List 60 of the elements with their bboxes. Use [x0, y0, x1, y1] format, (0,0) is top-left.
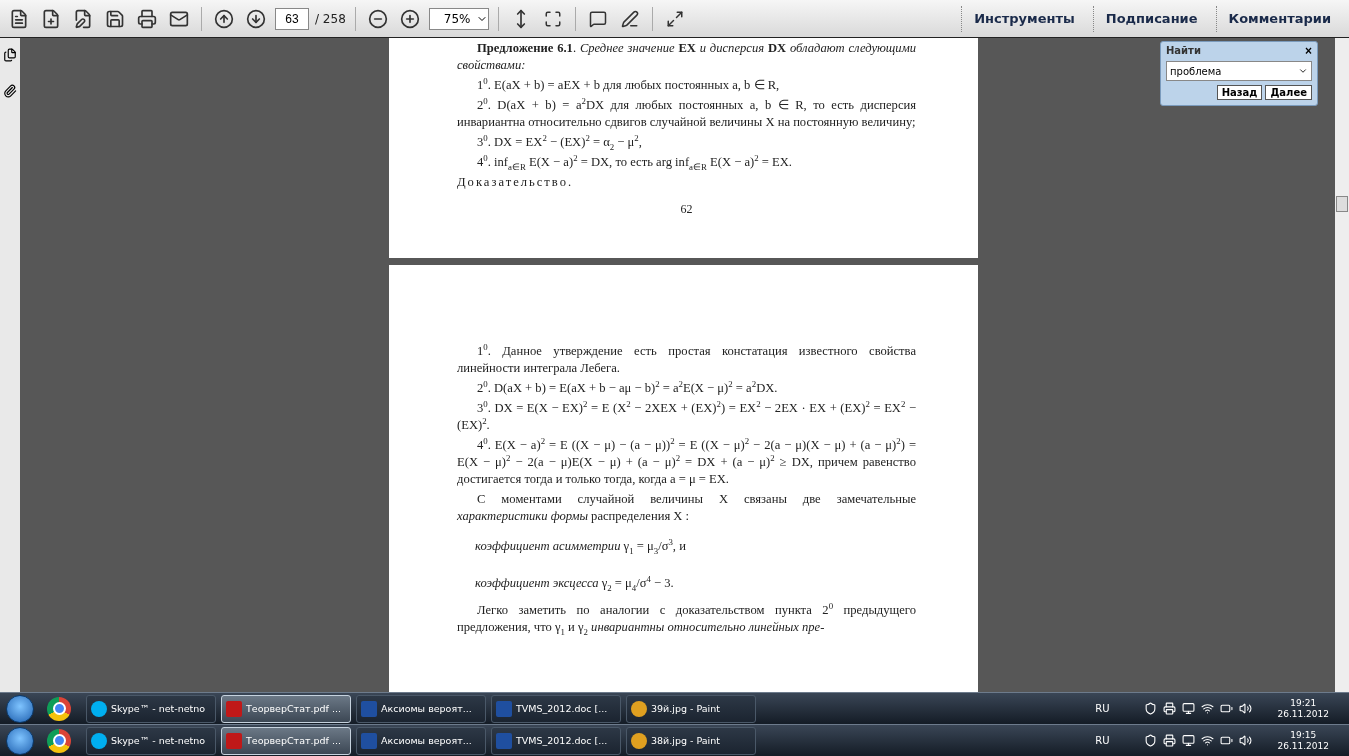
- search-field[interactable]: проблема: [1166, 61, 1312, 81]
- panel-tab[interactable]: Комментарии: [1215, 5, 1343, 32]
- network-icon[interactable]: [1201, 702, 1215, 715]
- scrollbar[interactable]: [1335, 38, 1349, 692]
- formula-line: коэффициент эксцесса γ$_{2}$ = μ$_{4}$/σ$^{4}$ − 3.: [474, 575, 675, 592]
- taskbar-button[interactable]: ТеорверСтат.pdf ...: [221, 694, 351, 723]
- pages-icon[interactable]: [3, 48, 17, 62]
- close-button[interactable]: ×: [1305, 45, 1312, 57]
- volume-icon[interactable]: [1239, 702, 1253, 715]
- paragraph: 3$^{0}$. DX = EX$^{2}$ − (EX)$^{2}$ = α$_{2}$ − μ$^{2}$,: [476, 134, 643, 151]
- taskbar-button[interactable]: 39й.jpg - Paint: [626, 694, 756, 723]
- volume-icon[interactable]: [1239, 734, 1253, 747]
- shield-icon[interactable]: [1144, 734, 1158, 747]
- find-button[interactable]: Назад: [1216, 85, 1263, 100]
- proof-heading: Доказательство.: [457, 174, 575, 191]
- clock[interactable]: 19:15 26.11.2012: [1277, 729, 1329, 752]
- network-icon[interactable]: [1201, 734, 1215, 747]
- taskbar-button[interactable]: Аксиомы вероят...: [356, 726, 486, 755]
- paragraph: Предложение 6.1. Среднее значение EX и дисперсия DX обладают следующими свойствами:: [457, 40, 916, 74]
- panel-tab[interactable]: Подписание: [1092, 5, 1210, 32]
- attachment-icon[interactable]: [3, 84, 17, 98]
- start-button[interactable]: [6, 694, 34, 723]
- page-total: / 258: [315, 11, 346, 26]
- paragraph: 3$^{0}$. DX = E(X − EX)$^{2}$ = E (X$^{2}$ − 2XEX + (EX)$^{2}$) = EX$^{2}$ − 2EX · EX + (EX)$^{2}$ = EX$^{2}$ − (EX)$^{2}$.: [457, 400, 916, 434]
- paragraph: Легко заметить по аналогии с доказательством пункта 2$^{0}$ предыдущего предложения, что γ$_{1}$ и γ$_{2}$ инвариантны относительно линейных пре-: [457, 602, 916, 636]
- taskbar-button[interactable]: TVMS_2012.doc [...: [491, 694, 621, 723]
- paragraph: 2$^{0}$. D(aX + b) = E(aX + b − aμ − b)$^{2}$ = a$^{2}$E(X − μ)$^{2}$ = a$^{2}$DX.: [476, 380, 779, 397]
- panel-tab[interactable]: Инструменты: [961, 5, 1087, 32]
- taskbar-button[interactable]: Skype™ - net-netno: [86, 726, 216, 755]
- paragraph: 1$^{0}$. Данное утверждение есть простая констатация известного свойства линейности интеграла Лебега.: [457, 343, 916, 377]
- language-indicator[interactable]: RU: [1095, 735, 1110, 746]
- find-title: Найти: [1166, 45, 1201, 57]
- paragraph: 4$^{0}$. E(X − a)$^{2}$ = E ((X − μ) − (a − μ))$^{2}$ = E ((X − μ)$^{2}$ − 2(a − μ)(X − μ) + (a − μ)$^{2}$) = E(X − μ)$^{2}$ − 2(a − μ)E(X − μ) + (a − μ)$^{2}$ = DX + (a − μ)$^{2}$ ≥ DX, причем равенство достигается тогда и только тогда, когда a = μ = EX.: [457, 437, 916, 488]
- taskbar-button[interactable]: TVMS_2012.doc [...: [491, 726, 621, 755]
- browser-button[interactable]: [47, 696, 71, 721]
- taskbar-button[interactable]: ТеорверСтат.pdf ...: [221, 726, 351, 755]
- language-indicator[interactable]: RU: [1095, 703, 1110, 714]
- find-button[interactable]: Далее: [1265, 85, 1312, 100]
- printer-icon[interactable]: [1163, 734, 1177, 747]
- page-number: 62: [680, 202, 693, 217]
- page-number-field[interactable]: 63: [275, 7, 309, 30]
- formula-line: коэффициент асимметрии γ$_{1}$ = μ$_{3}$/σ$^{3}$, и: [474, 538, 687, 555]
- shield-icon[interactable]: [1144, 702, 1158, 715]
- paragraph: 1$^{0}$. E(aX + b) = aEX + b для любых постоянных a, b ∈ R,: [476, 77, 781, 94]
- monitor-icon[interactable]: [1182, 734, 1196, 747]
- monitor-icon[interactable]: [1182, 702, 1196, 715]
- taskbar-button[interactable]: Аксиомы вероят...: [356, 694, 486, 723]
- taskbar-button[interactable]: 38й.jpg - Paint: [626, 726, 756, 755]
- battery-icon[interactable]: [1220, 734, 1234, 747]
- printer-icon[interactable]: [1163, 702, 1177, 715]
- browser-button[interactable]: [47, 728, 71, 753]
- paragraph: 4$^{0}$. inf$_{a∈R}$ E(X − a)$^{2}$ = DX, то есть arg inf$_{a∈R}$ E(X − a)$^{2}$ = EX.: [476, 154, 793, 171]
- battery-icon[interactable]: [1220, 702, 1234, 715]
- paragraph: 2$^{0}$. D(aX + b) = a$^{2}$DX для любых постоянных a, b ∈ R, то есть дисперсия инвариантна относительно сдвигов случайной величины X на постоянную величину;: [457, 97, 916, 131]
- zoom-dropdown[interactable]: 75%: [428, 7, 489, 30]
- clock[interactable]: 19:21 26.11.2012: [1277, 697, 1329, 720]
- start-button[interactable]: [6, 726, 34, 755]
- caret-icon[interactable]: [1298, 66, 1308, 76]
- taskbar-button[interactable]: Skype™ - net-netno: [86, 694, 216, 723]
- paragraph: С моментами случайной величины X связаны две замечательные характеристики формы распределения X :: [457, 491, 916, 525]
